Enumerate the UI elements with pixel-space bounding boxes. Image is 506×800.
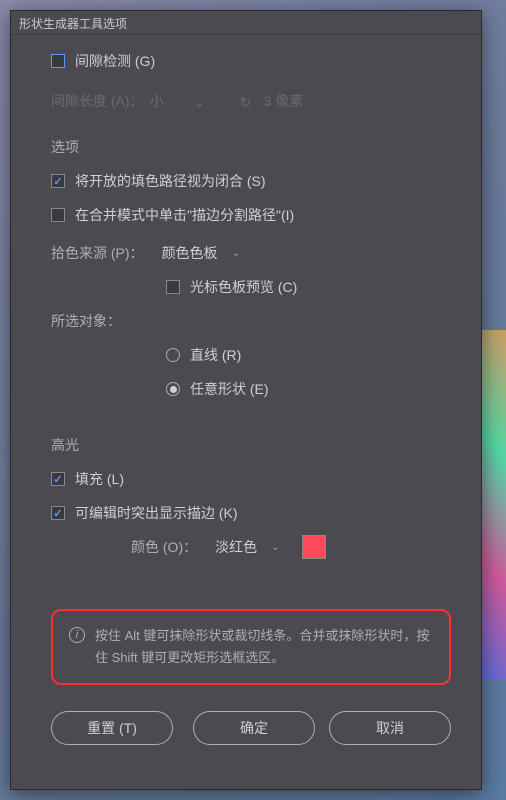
dialog-title: 形状生成器工具选项 bbox=[11, 11, 481, 35]
merge-click-row[interactable]: 在合并模式中单击"描边分割路径"(I) bbox=[51, 203, 451, 227]
chevron-down-icon: ⌄ bbox=[232, 248, 240, 259]
editing-stroke-row[interactable]: 可编辑时突出显示描边 (K) bbox=[51, 501, 451, 525]
open-path-label: 将开放的填色路径视为闭合 (S) bbox=[75, 171, 266, 191]
shape-builder-options-dialog: 形状生成器工具选项 间隙检测 (G) 间隙长度 (A)： 小 ⌄ ↻ 3 像素 … bbox=[10, 10, 482, 790]
selection-label-row: 所选对象： bbox=[51, 309, 451, 333]
fill-checkbox[interactable] bbox=[51, 472, 65, 486]
info-icon: i bbox=[69, 627, 85, 643]
highlight-color-value: 淡红色 bbox=[215, 537, 257, 557]
gap-length-row: 间隙长度 (A)： 小 ⌄ ↻ 3 像素 bbox=[51, 89, 451, 113]
color-swatch[interactable] bbox=[302, 535, 326, 559]
gap-detection-checkbox[interactable] bbox=[51, 54, 65, 68]
gap-detection-row[interactable]: 间隙检测 (G) bbox=[51, 49, 451, 73]
button-row: 重置 (T) 确定 取消 bbox=[51, 711, 451, 745]
gap-length-unit: 3 像素 bbox=[264, 91, 304, 111]
cursor-preview-row[interactable]: 光标色板预览 (C) bbox=[166, 275, 451, 299]
cancel-button[interactable]: 取消 bbox=[329, 711, 451, 745]
gap-detection-label: 间隙检测 (G) bbox=[75, 51, 155, 71]
editing-stroke-label: 可编辑时突出显示描边 (K) bbox=[75, 503, 238, 523]
selection-label: 所选对象： bbox=[51, 311, 121, 331]
selection-freeform-row[interactable]: 任意形状 (E) bbox=[166, 377, 451, 401]
line-radio[interactable] bbox=[166, 348, 180, 362]
merge-click-checkbox[interactable] bbox=[51, 208, 65, 222]
highlight-color-label: 颜色 (O)： bbox=[131, 537, 197, 557]
color-source-dropdown[interactable]: 颜色色板 ⌄ bbox=[154, 241, 248, 265]
cursor-preview-label: 光标色板预览 (C) bbox=[190, 277, 297, 297]
merge-click-label: 在合并模式中单击"描边分割路径"(I) bbox=[75, 205, 294, 225]
highlight-color-dropdown[interactable]: 淡红色 ⌄ bbox=[207, 535, 287, 559]
line-label: 直线 (R) bbox=[190, 345, 241, 365]
gap-length-label: 间隙长度 (A)： bbox=[51, 91, 144, 111]
reset-button[interactable]: 重置 (T) bbox=[51, 711, 173, 745]
color-source-value: 颜色色板 bbox=[162, 243, 218, 263]
cursor-preview-checkbox[interactable] bbox=[166, 280, 180, 294]
refresh-icon: ↻ bbox=[240, 94, 256, 108]
editing-stroke-checkbox[interactable] bbox=[51, 506, 65, 520]
chevron-down-icon: ⌄ bbox=[271, 542, 279, 553]
open-path-checkbox[interactable] bbox=[51, 174, 65, 188]
options-header: 选项 bbox=[51, 137, 451, 157]
color-source-row: 拾色来源 (P)： 颜色色板 ⌄ bbox=[51, 241, 451, 265]
highlight-header: 高光 bbox=[51, 435, 451, 455]
gap-length-value: 小 bbox=[150, 91, 164, 111]
open-path-row[interactable]: 将开放的填色路径视为闭合 (S) bbox=[51, 169, 451, 193]
fill-label: 填充 (L) bbox=[75, 469, 124, 489]
color-source-label: 拾色来源 (P)： bbox=[51, 243, 144, 263]
highlight-color-row: 颜色 (O)： 淡红色 ⌄ bbox=[131, 535, 451, 559]
freeform-label: 任意形状 (E) bbox=[190, 379, 269, 399]
info-box: i 按住 Alt 键可抹除形状或裁切线条。合并或抹除形状时，按住 Shift 键… bbox=[51, 609, 451, 685]
selection-line-row[interactable]: 直线 (R) bbox=[166, 343, 451, 367]
fill-row[interactable]: 填充 (L) bbox=[51, 467, 451, 491]
chevron-down-icon: ⌄ bbox=[194, 94, 210, 108]
ok-button[interactable]: 确定 bbox=[193, 711, 315, 745]
info-text: 按住 Alt 键可抹除形状或裁切线条。合并或抹除形状时，按住 Shift 键可更… bbox=[95, 625, 433, 669]
freeform-radio[interactable] bbox=[166, 382, 180, 396]
